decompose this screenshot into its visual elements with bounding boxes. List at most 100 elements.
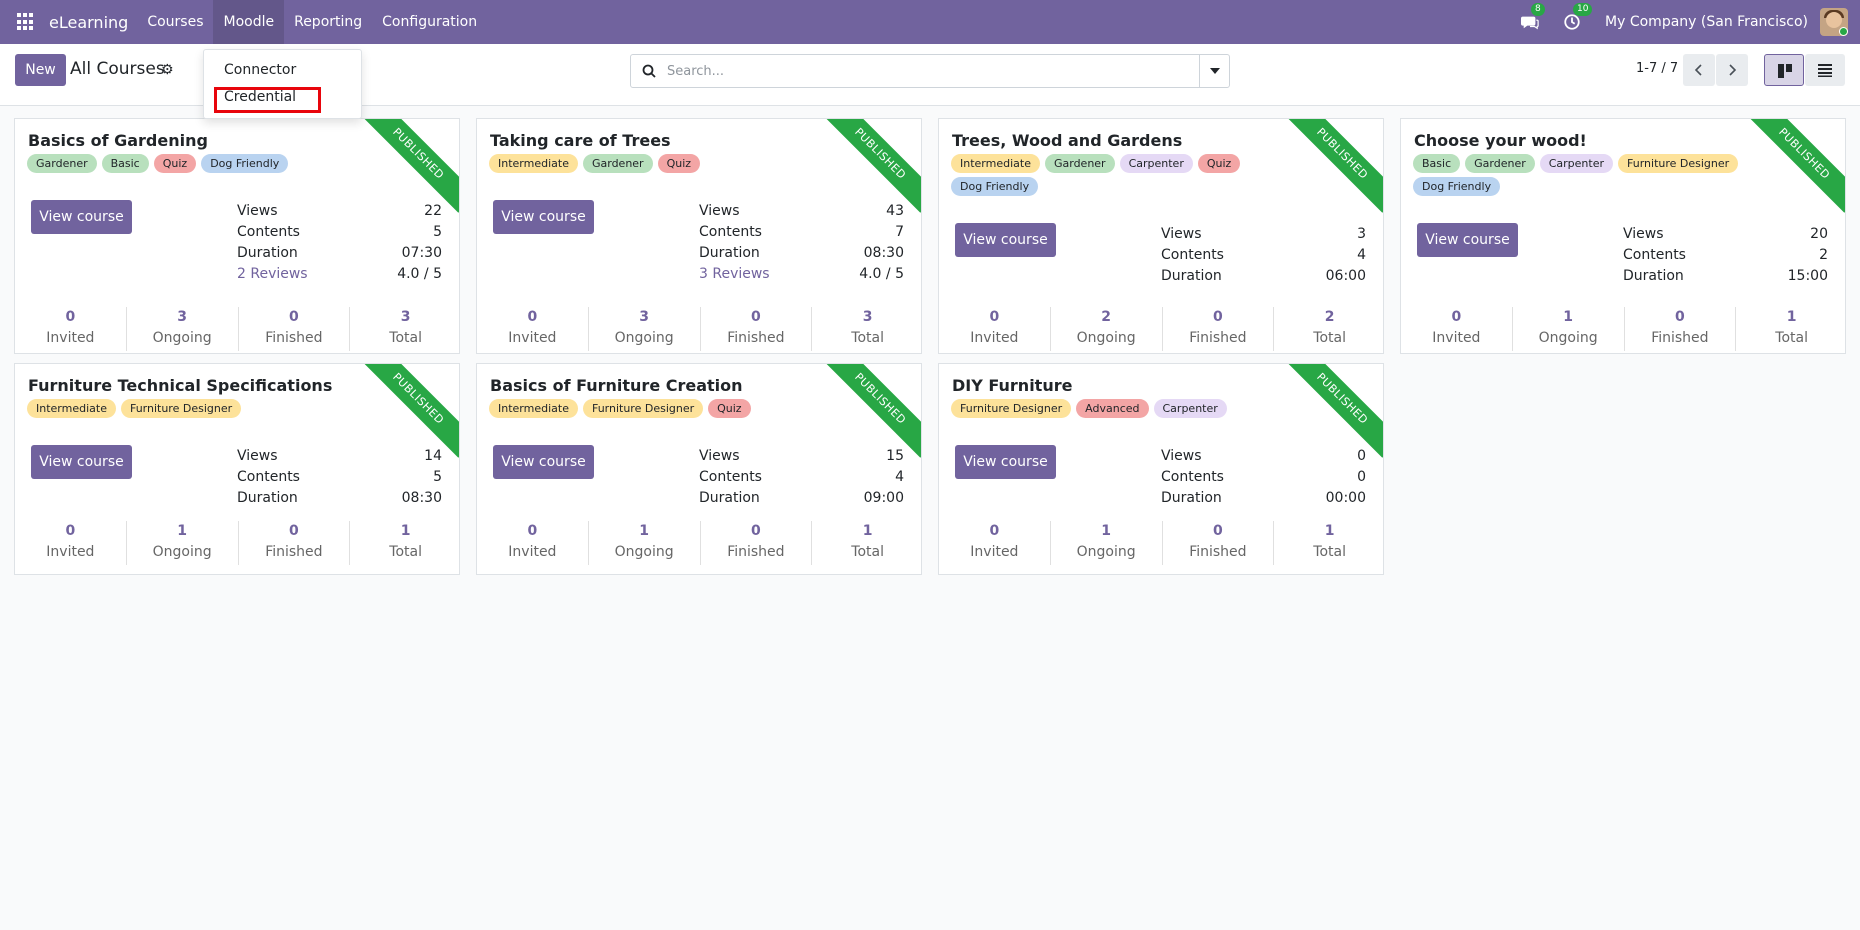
count-value: 1 bbox=[862, 523, 873, 539]
view-course-button[interactable]: View course bbox=[493, 445, 594, 479]
course-title[interactable]: Choose your wood! bbox=[1414, 131, 1587, 150]
count-finished[interactable]: 0 Finished bbox=[1163, 307, 1275, 351]
count-invited[interactable]: 0 Invited bbox=[15, 521, 127, 565]
count-value: 0 bbox=[527, 523, 538, 539]
view-course-button[interactable]: View course bbox=[31, 200, 132, 234]
search-options-toggle[interactable] bbox=[1199, 55, 1229, 87]
course-title[interactable]: Taking care of Trees bbox=[490, 131, 671, 150]
reviews-link[interactable]: 2 Reviews bbox=[237, 264, 308, 285]
count-label: Total bbox=[1313, 330, 1346, 346]
count-total[interactable]: 3 Total bbox=[350, 307, 459, 351]
course-stats: Views 3 Contents 4 Duration 06:00 bbox=[1161, 224, 1366, 287]
stat-value: 07:30 bbox=[401, 245, 442, 261]
course-card[interactable]: PUBLISHED Furniture Technical Specificat… bbox=[14, 363, 460, 575]
menu-configuration[interactable]: Configuration bbox=[372, 0, 487, 44]
course-tag: Carpenter bbox=[1539, 154, 1614, 173]
course-card[interactable]: PUBLISHED DIY Furniture Furniture Design… bbox=[938, 363, 1384, 575]
menu-reporting[interactable]: Reporting bbox=[284, 0, 372, 44]
count-finished[interactable]: 0 Finished bbox=[239, 521, 351, 565]
count-value: 3 bbox=[639, 309, 649, 325]
course-card[interactable]: PUBLISHED Choose your wood! Basic Gardene… bbox=[1400, 118, 1846, 354]
search-input[interactable] bbox=[667, 60, 1187, 82]
new-button[interactable]: New bbox=[15, 54, 66, 86]
count-label: Finished bbox=[265, 330, 323, 346]
list-view-button[interactable] bbox=[1805, 54, 1845, 86]
view-course-button[interactable]: View course bbox=[955, 445, 1056, 479]
count-total[interactable]: 1 Total bbox=[1736, 307, 1845, 351]
stat-label: Duration bbox=[237, 490, 298, 506]
view-course-button[interactable]: View course bbox=[1417, 223, 1518, 257]
menu-courses[interactable]: Courses bbox=[137, 0, 213, 44]
count-finished[interactable]: 0 Finished bbox=[1625, 307, 1737, 351]
view-course-button[interactable]: View course bbox=[493, 200, 594, 234]
count-invited[interactable]: 0 Invited bbox=[477, 521, 589, 565]
caret-down-icon bbox=[1210, 68, 1220, 74]
apps-menu-icon[interactable] bbox=[17, 13, 35, 31]
pager-next-button[interactable] bbox=[1716, 54, 1748, 86]
count-value: 1 bbox=[1101, 523, 1111, 539]
count-ongoing[interactable]: 2 Ongoing bbox=[1051, 307, 1163, 351]
reviews-link[interactable]: 3 Reviews bbox=[699, 264, 770, 285]
course-title[interactable]: Basics of Gardening bbox=[28, 131, 208, 150]
stat-value: 14 bbox=[424, 448, 442, 464]
stat-label: Contents bbox=[1161, 469, 1224, 485]
company-switcher[interactable]: My Company (San Francisco) bbox=[1605, 14, 1808, 30]
pager-previous-button[interactable] bbox=[1683, 54, 1715, 86]
stat-value: 08:30 bbox=[401, 490, 442, 506]
count-total[interactable]: 1 Total bbox=[1274, 521, 1383, 565]
count-label: Finished bbox=[727, 544, 785, 560]
activity-button[interactable]: 10 bbox=[1563, 3, 1593, 32]
count-invited[interactable]: 0 Invited bbox=[477, 307, 589, 351]
course-title[interactable]: Basics of Furniture Creation bbox=[490, 376, 743, 395]
course-card[interactable]: PUBLISHED Basics of Furniture Creation I… bbox=[476, 363, 922, 575]
count-label: Total bbox=[851, 330, 884, 346]
count-value: 3 bbox=[177, 309, 187, 325]
count-finished[interactable]: 0 Finished bbox=[701, 521, 813, 565]
count-total[interactable]: 1 Total bbox=[812, 521, 921, 565]
count-label: Invited bbox=[1432, 330, 1481, 346]
count-ongoing[interactable]: 3 Ongoing bbox=[127, 307, 239, 351]
count-invited[interactable]: 0 Invited bbox=[939, 307, 1051, 351]
count-ongoing[interactable]: 1 Ongoing bbox=[1051, 521, 1163, 565]
count-total[interactable]: 3 Total bbox=[812, 307, 921, 351]
published-ribbon: PUBLISHED bbox=[1283, 119, 1383, 213]
view-course-button[interactable]: View course bbox=[955, 223, 1056, 257]
count-label: Ongoing bbox=[152, 330, 212, 346]
count-finished[interactable]: 0 Finished bbox=[239, 307, 351, 351]
course-card[interactable]: PUBLISHED Trees, Wood and Gardens Interm… bbox=[938, 118, 1384, 354]
course-title[interactable]: DIY Furniture bbox=[952, 376, 1072, 395]
count-finished[interactable]: 0 Finished bbox=[1163, 521, 1275, 565]
course-card[interactable]: PUBLISHED Taking care of Trees Intermedi… bbox=[476, 118, 922, 354]
kanban-view-button[interactable] bbox=[1764, 54, 1804, 86]
count-total[interactable]: 1 Total bbox=[350, 521, 459, 565]
menu-item-credential[interactable]: Credential bbox=[224, 89, 296, 105]
count-invited[interactable]: 0 Invited bbox=[1401, 307, 1513, 351]
count-ongoing[interactable]: 3 Ongoing bbox=[589, 307, 701, 351]
stat-label: Views bbox=[699, 448, 740, 464]
menu-item-connector[interactable]: Connector bbox=[224, 62, 296, 78]
course-title[interactable]: Furniture Technical Specifications bbox=[28, 376, 332, 395]
stat-duration: Duration 00:00 bbox=[1161, 488, 1366, 509]
count-finished[interactable]: 0 Finished bbox=[701, 307, 813, 351]
view-course-button[interactable]: View course bbox=[31, 445, 132, 479]
count-label: Ongoing bbox=[1538, 330, 1598, 346]
menu-moodle[interactable]: Moodle bbox=[213, 0, 285, 44]
stat-duration: Duration 08:30 bbox=[237, 488, 442, 509]
course-title[interactable]: Trees, Wood and Gardens bbox=[952, 131, 1182, 150]
course-card[interactable]: PUBLISHED Basics of Gardening Gardener Ba… bbox=[14, 118, 460, 354]
count-value: 2 bbox=[1101, 309, 1111, 325]
count-total[interactable]: 2 Total bbox=[1274, 307, 1383, 351]
count-label: Invited bbox=[508, 330, 557, 346]
app-brand[interactable]: eLearning bbox=[49, 13, 128, 32]
count-invited[interactable]: 0 Invited bbox=[15, 307, 127, 351]
user-avatar[interactable] bbox=[1820, 8, 1848, 36]
count-invited[interactable]: 0 Invited bbox=[939, 521, 1051, 565]
course-tags: Intermediate Gardener Quiz bbox=[489, 154, 829, 177]
chat-button[interactable]: 8 bbox=[1521, 3, 1545, 32]
count-ongoing[interactable]: 1 Ongoing bbox=[127, 521, 239, 565]
gear-icon[interactable]: ⚙ bbox=[161, 62, 174, 78]
pager-value[interactable]: 1-7 / 7 bbox=[1636, 61, 1678, 76]
count-ongoing[interactable]: 1 Ongoing bbox=[1513, 307, 1625, 351]
stat-contents: Contents 5 bbox=[237, 222, 442, 243]
count-ongoing[interactable]: 1 Ongoing bbox=[589, 521, 701, 565]
